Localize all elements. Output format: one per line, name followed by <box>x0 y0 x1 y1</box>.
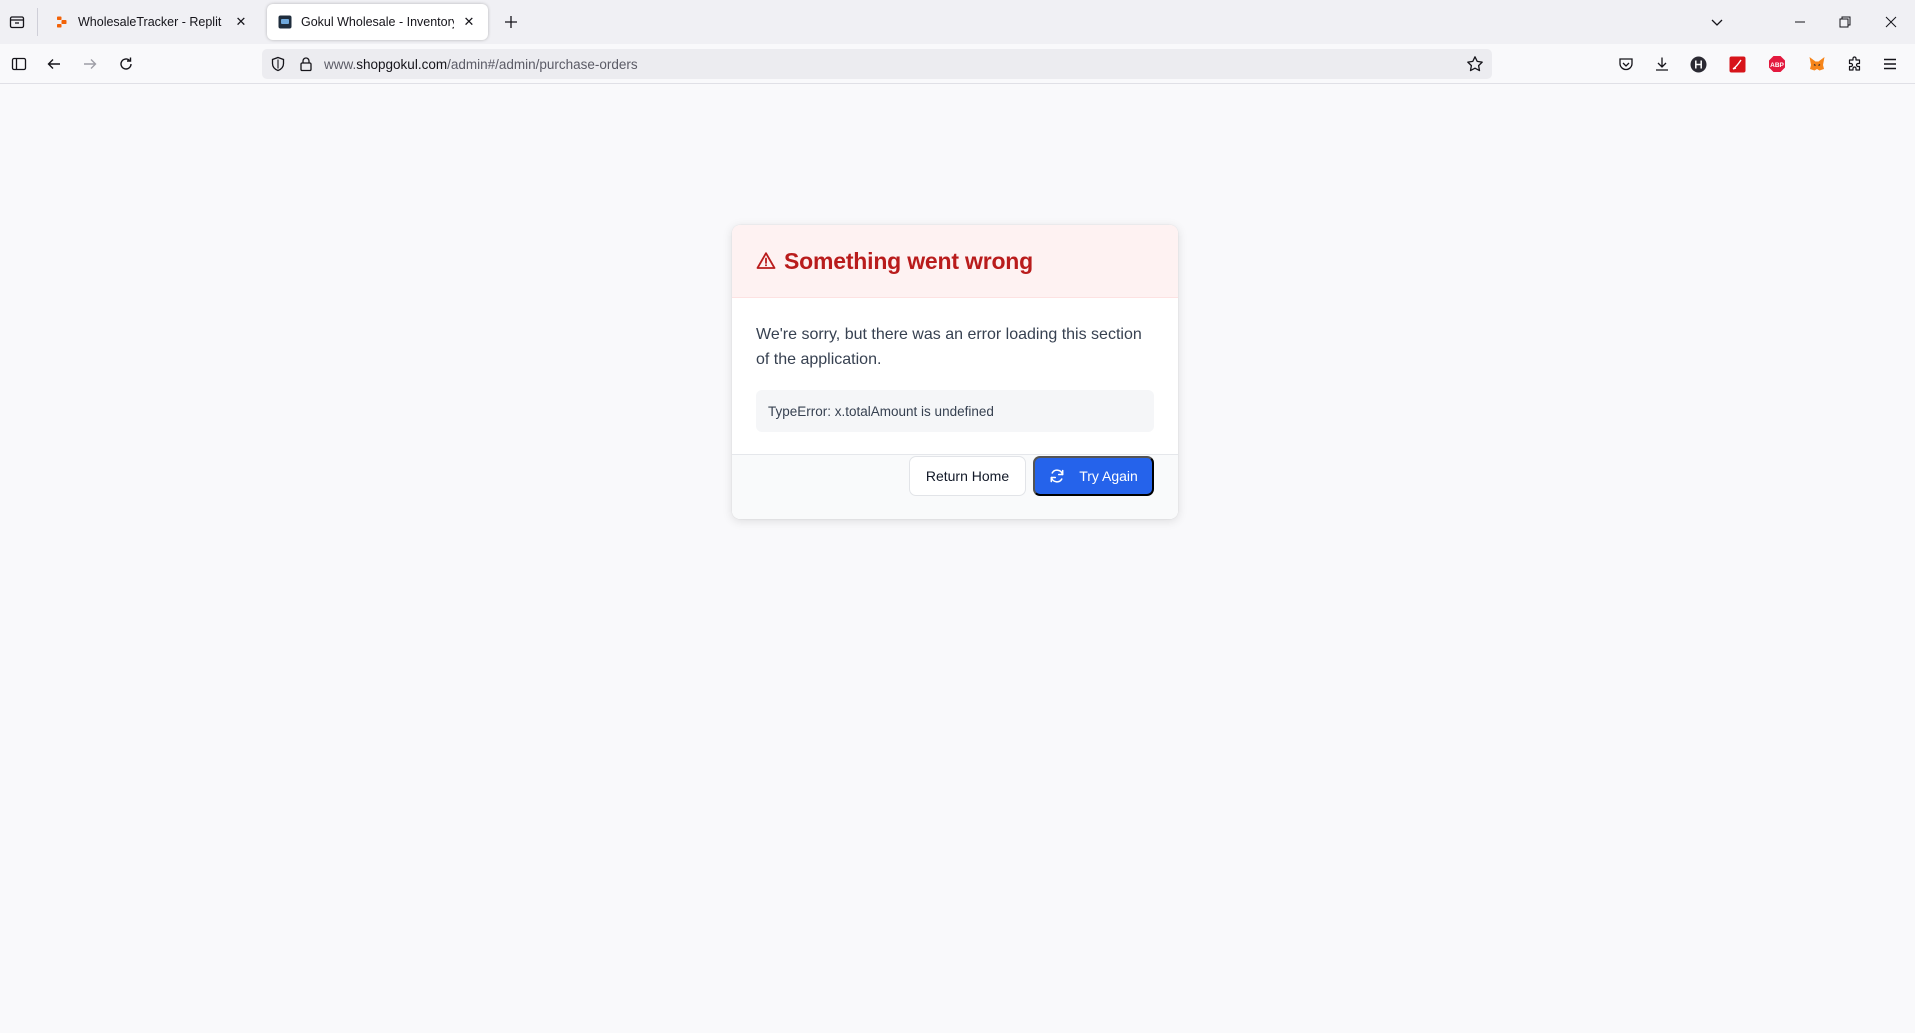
download-icon[interactable] <box>1650 52 1674 76</box>
metamask-icon[interactable] <box>1805 52 1829 76</box>
navigation-toolbar: www.shopgokul.com/admin#/admin/purchase-… <box>0 44 1915 84</box>
menu-icon[interactable] <box>1878 52 1902 76</box>
url-bar[interactable]: www.shopgokul.com/admin#/admin/purchase-… <box>262 49 1492 79</box>
return-home-label: Return Home <box>925 468 1010 484</box>
restore-icon[interactable] <box>1830 8 1860 36</box>
close-tab-icon[interactable]: ✕ <box>460 13 478 31</box>
site-favicon-icon <box>277 14 293 30</box>
close-window-icon[interactable] <box>1876 8 1906 36</box>
url-path: /admin#/admin/purchase-orders <box>447 57 638 72</box>
error-card: Something went wrong We're sorry, but th… <box>732 225 1178 519</box>
tab-title: Gokul Wholesale - Inventory & <box>301 15 454 29</box>
warning-triangle-icon <box>756 251 776 271</box>
forward-arrow-icon[interactable] <box>78 52 102 76</box>
tracking-protection-shield-icon[interactable] <box>270 56 286 77</box>
pdf-extension-icon[interactable] <box>1725 52 1749 76</box>
try-again-button[interactable]: Try Again <box>1033 456 1154 496</box>
url-host: shopgokul.com <box>356 57 448 72</box>
error-message: We're sorry, but there was an error load… <box>756 326 1142 368</box>
url-prefix: www. <box>324 57 357 72</box>
tab-strip: WholesaleTracker - Replit ✕ Gokul Wholes… <box>0 0 1915 44</box>
bookmark-star-icon[interactable] <box>1466 55 1484 78</box>
replit-icon <box>54 14 70 30</box>
error-title: Something went wrong <box>784 247 1033 274</box>
close-tab-icon[interactable]: ✕ <box>232 13 250 31</box>
return-home-button[interactable]: Return Home <box>909 456 1026 496</box>
adblock-icon[interactable]: ABP <box>1765 52 1789 76</box>
sidebar-toggle-icon[interactable] <box>7 52 31 76</box>
back-arrow-icon[interactable] <box>42 52 66 76</box>
error-card-footer: Return Home Try Again <box>732 454 1178 519</box>
list-all-tabs-icon[interactable] <box>1702 8 1732 36</box>
h-extension-icon[interactable] <box>1686 52 1710 76</box>
minimize-icon[interactable] <box>1785 8 1815 36</box>
svg-text:ABP: ABP <box>1770 62 1784 69</box>
reload-icon[interactable] <box>114 52 138 76</box>
url-text[interactable]: www.shopgokul.com/admin#/admin/purchase-… <box>324 57 638 72</box>
lock-icon[interactable] <box>298 56 314 77</box>
pocket-icon[interactable] <box>1614 52 1638 76</box>
new-tab-icon[interactable] <box>500 11 522 33</box>
error-card-header: Something went wrong <box>732 225 1178 298</box>
extensions-icon[interactable] <box>1843 52 1867 76</box>
tab-gokul-wholesale[interactable]: Gokul Wholesale - Inventory & ✕ <box>267 4 488 40</box>
tab-title: WholesaleTracker - Replit <box>78 15 222 29</box>
tab-wholesaletracker[interactable]: WholesaleTracker - Replit ✕ <box>44 4 260 40</box>
error-card-body: We're sorry, but there was an error load… <box>732 298 1178 479</box>
error-detail: TypeError: x.totalAmount is undefined <box>756 390 1154 432</box>
refresh-icon <box>1049 468 1065 484</box>
tab-separator <box>37 8 38 36</box>
tab-overview-icon[interactable] <box>6 11 28 33</box>
try-again-label: Try Again <box>1079 468 1138 484</box>
